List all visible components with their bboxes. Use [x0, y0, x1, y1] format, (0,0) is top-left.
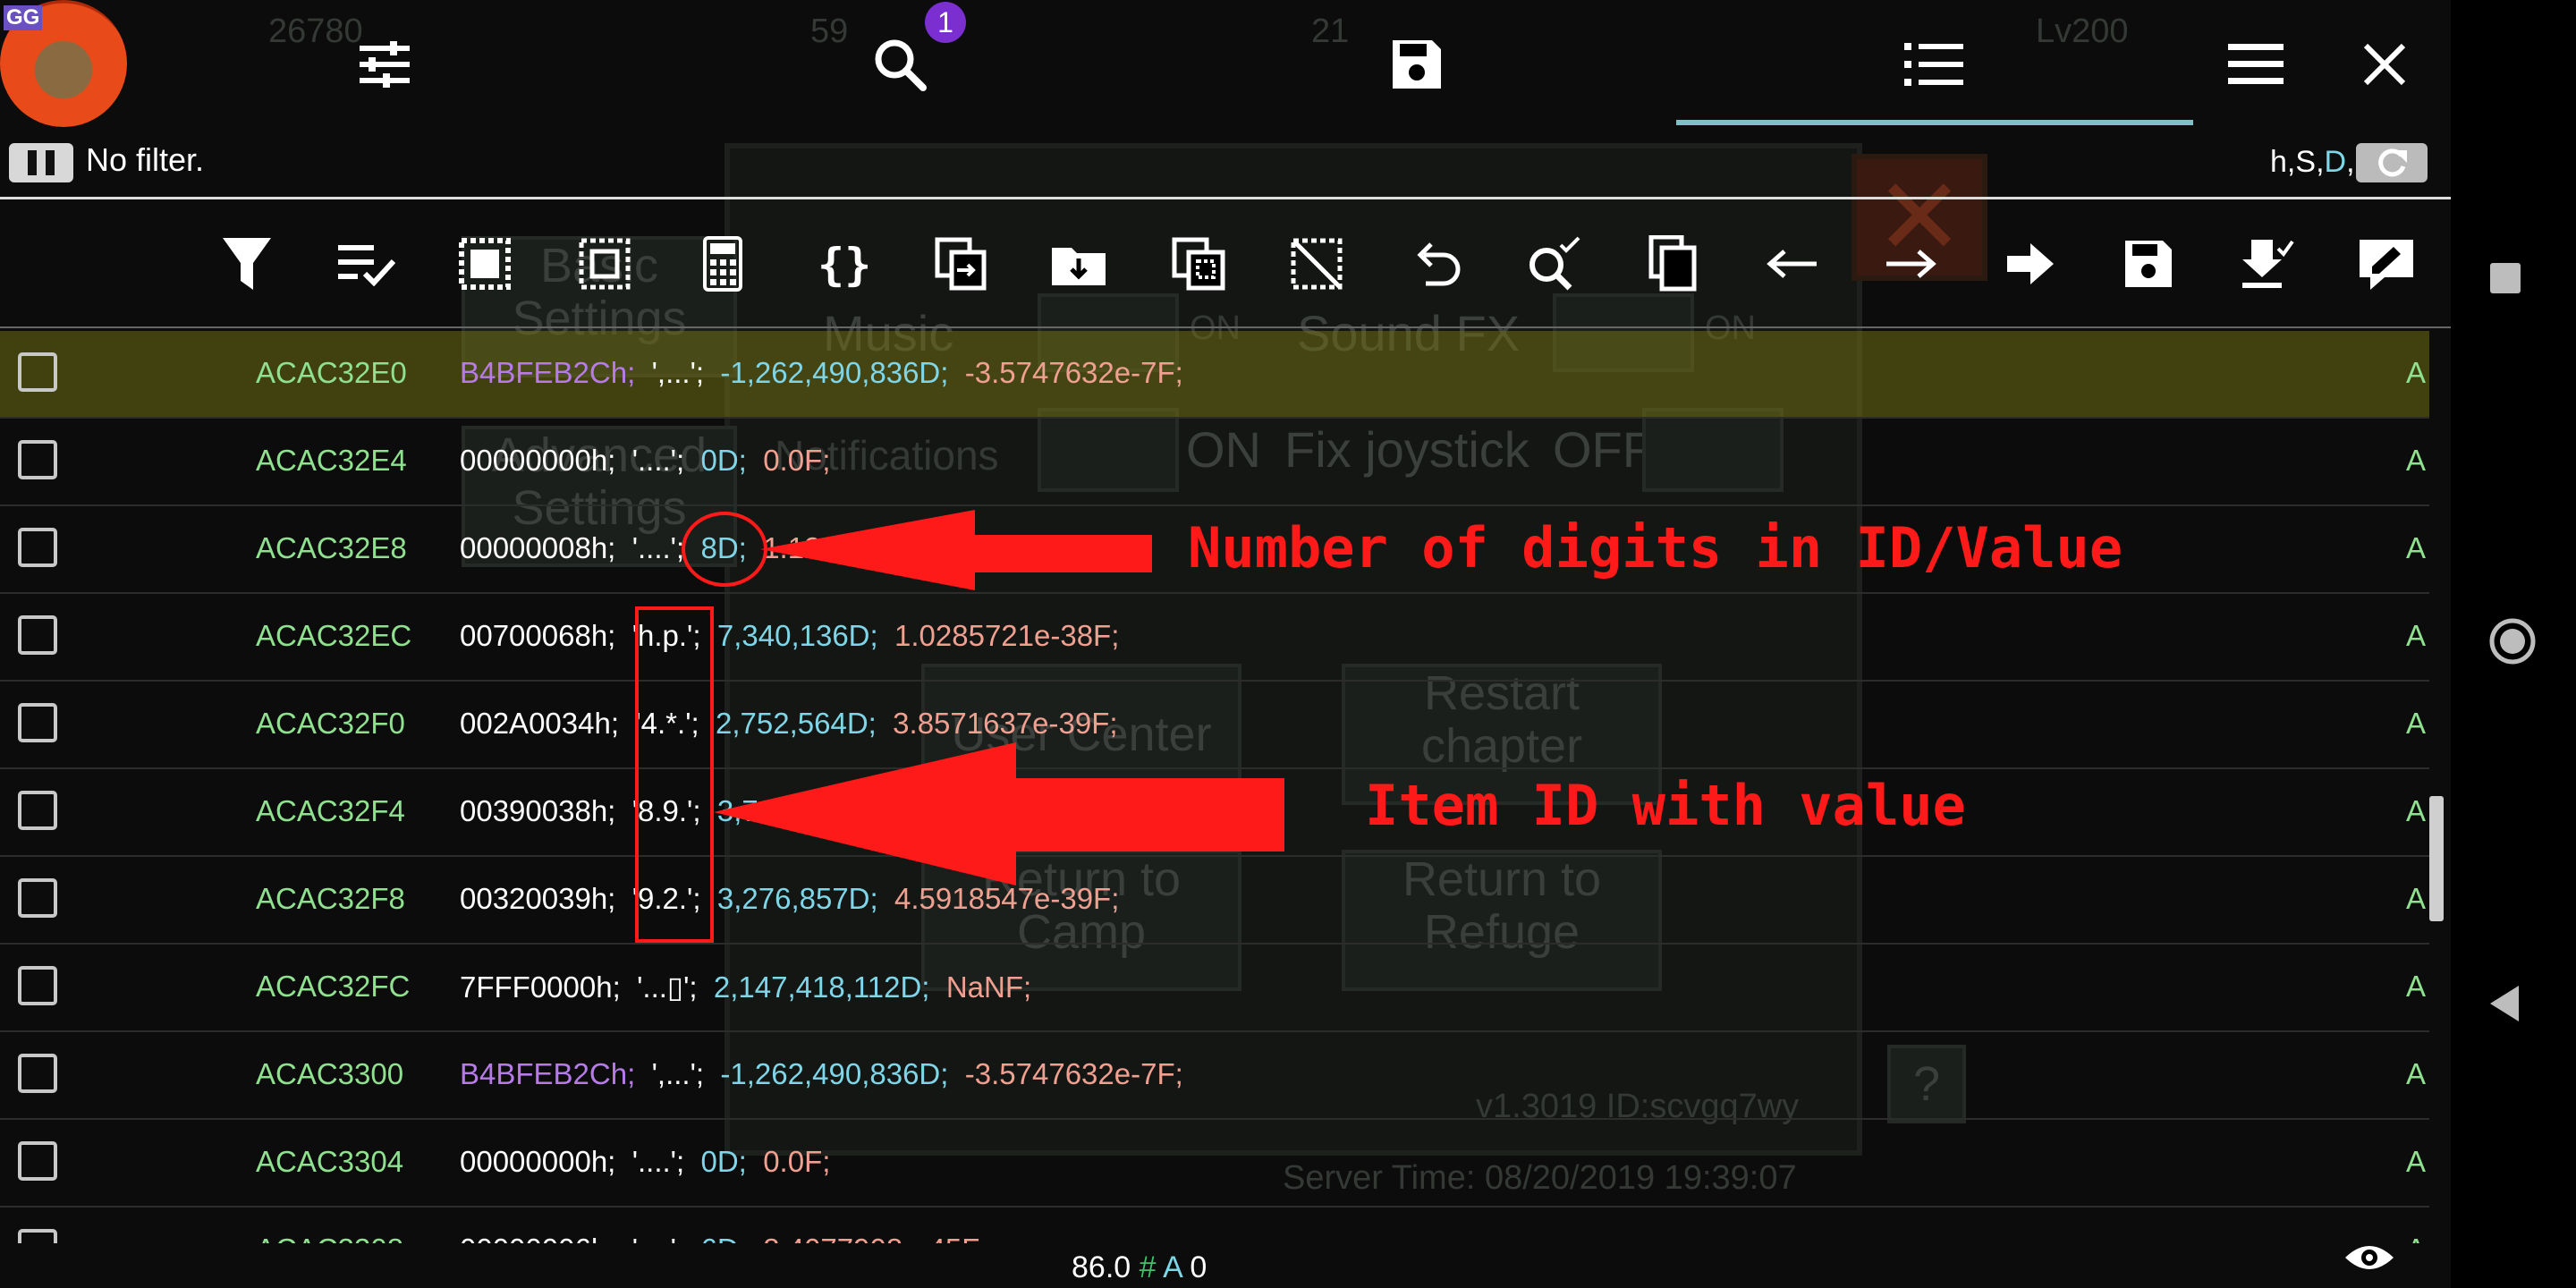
item-id-annotation-label: Item ID with value	[1365, 773, 1966, 838]
back-triangle-icon	[2490, 986, 2519, 1021]
eye-icon	[2345, 1246, 2394, 1269]
digits-arrow	[760, 510, 1152, 590]
visibility-button[interactable]	[2343, 1240, 2395, 1280]
annotation-overlay	[635, 510, 1284, 943]
recents-square-icon	[2490, 263, 2521, 293]
digits-highlight-circle	[682, 512, 767, 587]
bottom-status: 86.0 # A 0	[1072, 1250, 1207, 1285]
item-id-arrow	[714, 742, 1284, 886]
home-circle-icon	[2489, 618, 2536, 665]
home-button[interactable]	[2488, 617, 2537, 665]
status-hash: #	[1139, 1250, 1157, 1284]
digits-annotation-label: Number of digits in ID/Value	[1188, 515, 2123, 580]
status-count: 0	[1190, 1250, 1208, 1284]
status-value: 86.0	[1072, 1250, 1131, 1284]
recents-button[interactable]	[2488, 261, 2524, 297]
item-id-highlight-box	[635, 606, 714, 943]
back-button[interactable]	[2488, 984, 2521, 1023]
status-a: A	[1163, 1250, 1182, 1284]
